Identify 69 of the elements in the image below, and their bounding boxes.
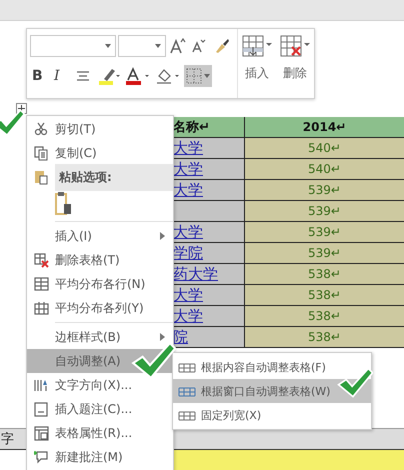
table-cell: 大学 xyxy=(173,138,245,158)
table-cell: 大学 xyxy=(173,306,245,326)
menu-item[interactable]: 剪切(T) xyxy=(27,117,173,141)
menu-item[interactable]: 删除表格(T) xyxy=(27,248,173,272)
table-cell: 538↵ xyxy=(245,327,404,347)
insert-table-icon xyxy=(242,35,272,57)
shading-icon xyxy=(156,67,180,85)
bold-button[interactable]: B xyxy=(30,65,50,87)
table-cell: 大学 xyxy=(173,180,245,200)
menu-item[interactable]: 边框样式(B) xyxy=(27,325,173,349)
copy-icon xyxy=(34,146,48,160)
table-cell: 药大学 xyxy=(173,264,245,284)
font-name-field[interactable] xyxy=(30,35,116,57)
dropdown-caret-icon xyxy=(105,44,111,48)
table-header-cell: 名称↵ xyxy=(173,117,245,137)
menu-item[interactable]: 文字方向(X)... xyxy=(27,373,173,397)
borders-icon xyxy=(186,68,202,84)
rows-icon xyxy=(34,277,48,291)
menu-item[interactable]: 固定列宽(X) xyxy=(173,403,371,427)
table-header-cell: 2014↵ xyxy=(245,117,404,137)
text-direction-icon xyxy=(33,378,49,392)
menu-item[interactable]: 插入(I) xyxy=(27,224,173,248)
menu-item[interactable]: 平均分布各行(N) xyxy=(27,272,173,296)
submenu-arrow-icon xyxy=(160,232,165,240)
scissors-icon xyxy=(34,122,48,136)
grow-font-icon xyxy=(170,38,186,54)
dropdown-caret-icon xyxy=(204,74,210,78)
menu-item[interactable]: 新建批注(M) xyxy=(27,445,173,469)
menu-item[interactable]: 平均分布各列(Y) xyxy=(27,296,173,320)
table-cell: 大学 xyxy=(173,222,245,242)
comment-icon xyxy=(34,450,48,464)
menu-item[interactable]: 根据窗口自动调整表格(W) xyxy=(173,379,371,403)
table-cell: 大学 xyxy=(173,159,245,179)
clipboard-icon xyxy=(34,169,48,185)
toolbar-button[interactable] xyxy=(124,65,152,87)
font-size-field[interactable] xyxy=(118,35,166,57)
table-cell: 538↵ xyxy=(245,306,404,326)
align-icon xyxy=(76,70,90,82)
insert-button[interactable]: 插入 xyxy=(238,29,276,98)
paste-keep-text-icon[interactable] xyxy=(55,192,73,216)
menu-item[interactable]: 表格属性(R)... xyxy=(27,421,173,445)
delete-button[interactable]: 删除 xyxy=(276,29,314,98)
table-cell: 学院 xyxy=(173,243,245,263)
table-cell: 538↵ xyxy=(245,264,404,284)
italic-button[interactable]: I xyxy=(52,65,72,87)
caption-icon xyxy=(34,402,48,416)
table-properties-icon xyxy=(34,426,48,440)
table-cell: 538↵ xyxy=(245,285,404,305)
menu-item[interactable]: 插入题注(C)... xyxy=(27,397,173,421)
table-cell: 539↵ xyxy=(245,222,404,242)
cell-text: 字 xyxy=(0,431,14,448)
table-cell: 539↵ xyxy=(245,201,404,221)
dropdown-caret-icon xyxy=(155,44,161,48)
table-cell: 539↵ xyxy=(245,243,404,263)
columns-icon xyxy=(34,301,48,315)
table-cell: 院 xyxy=(173,327,245,347)
delete-table-icon xyxy=(280,35,310,57)
format-painter-icon xyxy=(214,38,230,54)
delete-table-icon xyxy=(34,252,48,268)
menu-item[interactable]: 复制(C) xyxy=(27,141,173,165)
table-cell: 540↵ xyxy=(245,159,404,179)
font-color-icon xyxy=(126,67,150,85)
table-cell: 539↵ xyxy=(245,180,404,200)
table-cell: 大学 xyxy=(173,285,245,305)
menu-section-header: 粘贴选项: xyxy=(55,164,173,190)
submenu-arrow-icon xyxy=(160,333,165,341)
table-cell: 540↵ xyxy=(245,138,404,158)
highlighter-icon xyxy=(98,67,120,85)
shrink-font-icon xyxy=(192,39,206,53)
